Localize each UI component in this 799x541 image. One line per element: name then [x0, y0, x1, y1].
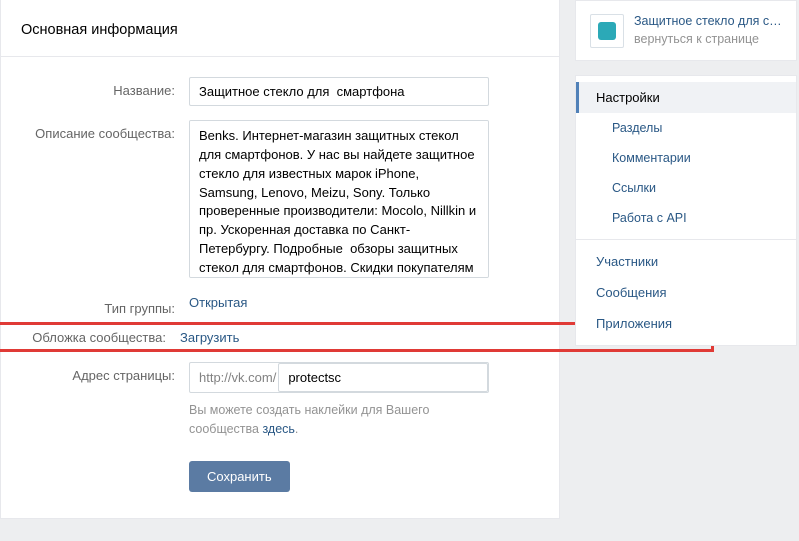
- community-title: Защитное стекло для см...: [634, 13, 782, 31]
- label-description: Описание сообщества:: [1, 120, 189, 141]
- nav-members[interactable]: Участники: [576, 246, 796, 277]
- description-textarea[interactable]: Benks. Интернет-магазин защитных стекол …: [189, 120, 489, 278]
- nav-comments[interactable]: Комментарии: [576, 143, 796, 173]
- avatar: [590, 14, 624, 48]
- address-field-wrap: http://vk.com/: [189, 362, 489, 393]
- group-type-select[interactable]: Открытая: [189, 289, 247, 310]
- stickers-link[interactable]: здесь: [262, 422, 294, 436]
- address-input[interactable]: [278, 363, 488, 392]
- label-cover: Обложка сообщества:: [0, 329, 180, 345]
- nav-apps[interactable]: Приложения: [576, 308, 796, 339]
- save-button[interactable]: Сохранить: [189, 461, 290, 492]
- nav-settings[interactable]: Настройки: [576, 82, 796, 113]
- nav-api[interactable]: Работа с API: [576, 203, 796, 233]
- nav-sections[interactable]: Разделы: [576, 113, 796, 143]
- page-title: Основная информация: [1, 0, 559, 57]
- nav-messages[interactable]: Сообщения: [576, 277, 796, 308]
- address-prefix: http://vk.com/: [190, 364, 278, 391]
- avatar-icon: [598, 22, 616, 40]
- label-type: Тип группы:: [1, 295, 189, 316]
- nav-links[interactable]: Ссылки: [576, 173, 796, 203]
- nav-separator: [576, 239, 796, 240]
- label-name: Название:: [1, 77, 189, 98]
- side-nav: Настройки Разделы Комментарии Ссылки Раб…: [575, 75, 797, 346]
- community-card[interactable]: Защитное стекло для см... вернуться к ст…: [575, 0, 797, 61]
- label-address: Адрес страницы:: [1, 362, 189, 383]
- sidebar: Защитное стекло для см... вернуться к ст…: [575, 0, 797, 519]
- settings-form: Название: Описание сообщества: Benks. Ин…: [1, 57, 559, 492]
- upload-cover-link[interactable]: Загрузить: [180, 330, 239, 345]
- back-to-page-link[interactable]: вернуться к странице: [634, 32, 759, 46]
- main-panel: Основная информация Название: Описание с…: [0, 0, 560, 519]
- name-input[interactable]: [189, 77, 489, 106]
- address-hint: Вы можете создать наклейки для Вашего со…: [189, 401, 499, 439]
